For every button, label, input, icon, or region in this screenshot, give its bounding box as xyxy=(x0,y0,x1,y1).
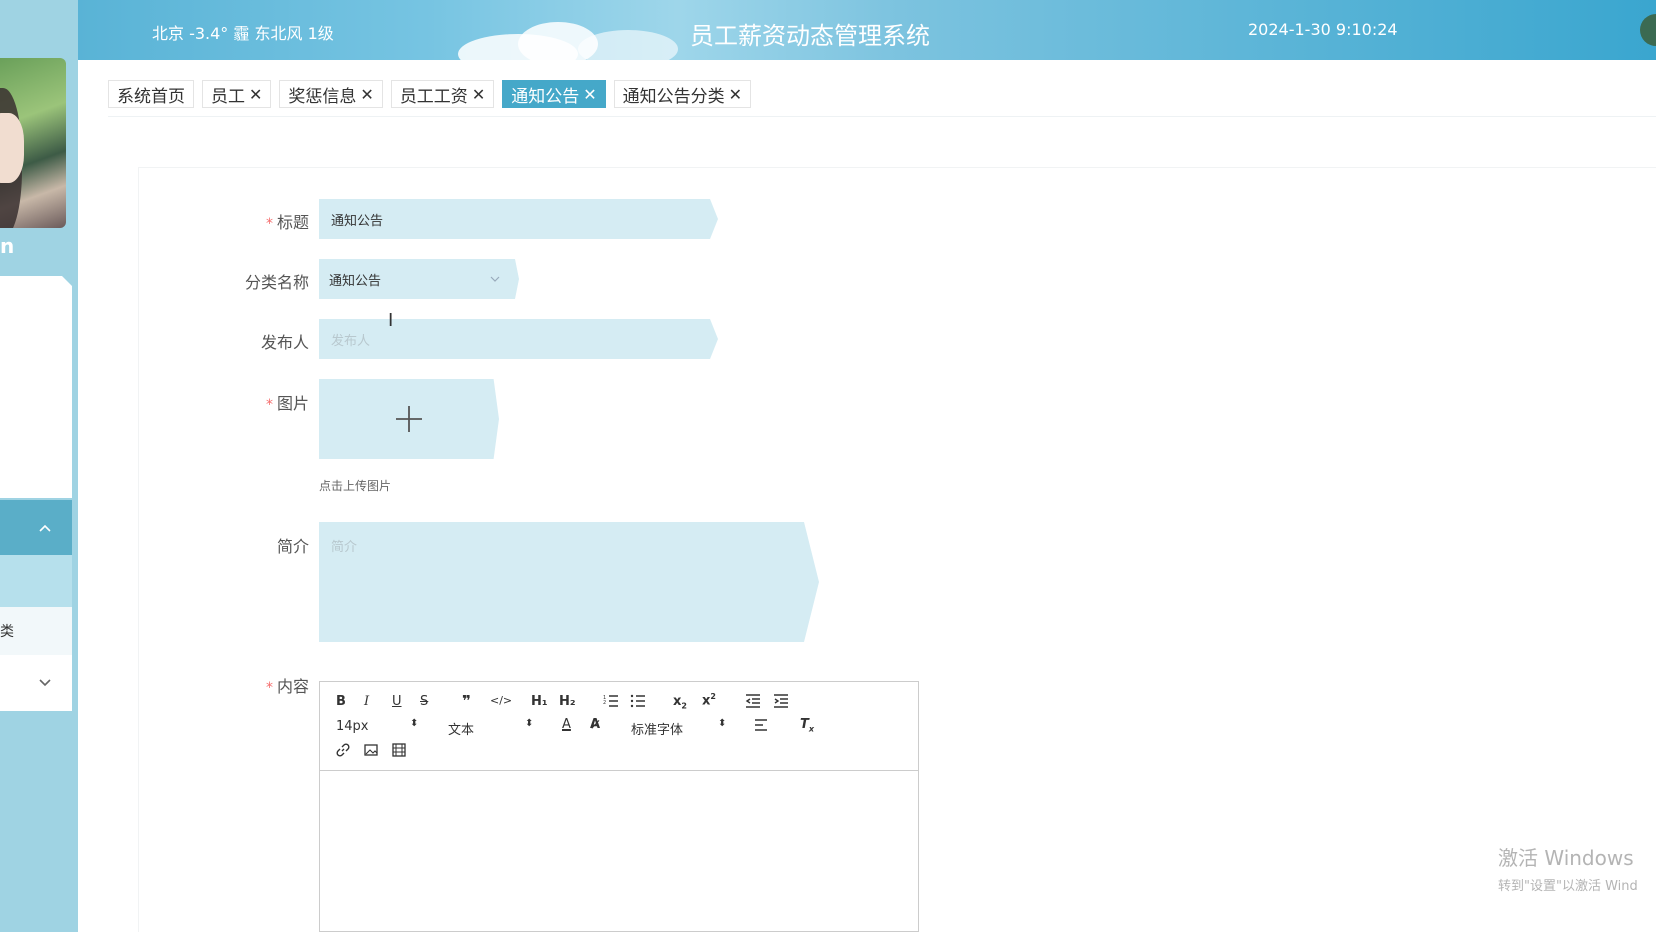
user-avatar-icon[interactable] xyxy=(1640,14,1656,46)
tab-label: 奖惩信息 xyxy=(288,86,357,107)
rich-text-editor: B I U S ❞ </> H₁ H₂ 12 x2 x2 14px ⬍ 文本 ⬍… xyxy=(319,681,919,932)
sidebar-subitem[interactable] xyxy=(0,555,72,607)
close-icon[interactable]: ✕ xyxy=(360,85,373,104)
category-label-text: 分类名称 xyxy=(244,273,309,292)
publisher-input[interactable]: 发布人 xyxy=(319,319,718,359)
close-icon[interactable]: ✕ xyxy=(472,85,485,104)
subscript-icon[interactable]: x2 xyxy=(673,694,687,711)
select-arrows-icon: ⬍ xyxy=(525,718,534,729)
tab-notice[interactable]: 通知公告 ✕ xyxy=(502,80,606,108)
sidebar-panel xyxy=(0,276,72,498)
close-icon[interactable]: ✕ xyxy=(249,85,262,104)
image-label-text: 图片 xyxy=(276,394,309,413)
chevron-down-icon xyxy=(39,679,51,687)
title-label-text: 标题 xyxy=(276,213,309,232)
video-icon[interactable] xyxy=(392,743,406,757)
image-label: * 图片 xyxy=(169,390,309,414)
tab-employee[interactable]: 员工 ✕ xyxy=(202,80,272,108)
ordered-list-icon[interactable]: 12 xyxy=(603,694,619,708)
strikethrough-icon[interactable]: S xyxy=(420,694,428,709)
clear-format-icon[interactable]: Tx xyxy=(800,717,814,734)
sidebar: n 类 xyxy=(0,0,78,932)
avatar xyxy=(0,58,66,228)
tab-notice-category[interactable]: 通知公告分类 ✕ xyxy=(613,80,752,108)
image-icon[interactable] xyxy=(364,743,378,757)
bullet-list-icon[interactable] xyxy=(630,694,646,708)
tab-label: 通知公告分类 xyxy=(622,86,725,107)
close-icon[interactable]: ✕ xyxy=(729,85,742,104)
windows-activation-watermark: 激活 Windows 转到"设置"以激活 Wind xyxy=(1498,842,1638,894)
header-2-icon[interactable]: H₂ xyxy=(559,694,576,709)
tab-label: 员工工资 xyxy=(399,86,468,107)
content-label: * 内容 xyxy=(169,673,309,697)
select-arrows-icon: ⬍ xyxy=(410,718,419,729)
publisher-input-placeholder: 发布人 xyxy=(331,333,371,349)
intro-label-text: 简介 xyxy=(276,537,309,556)
current-datetime: 2024-1-30 9:10:24 xyxy=(1248,20,1398,39)
watermark-title: 激活 Windows xyxy=(1498,846,1634,870)
chevron-up-icon xyxy=(39,524,51,532)
tab-label: 通知公告 xyxy=(511,86,580,107)
sidebar-menu-group-expanded[interactable] xyxy=(0,500,72,555)
required-mark: * xyxy=(265,397,273,413)
tab-label: 系统首页 xyxy=(117,86,185,107)
category-label: 分类名称 xyxy=(169,269,309,293)
indent-increase-icon[interactable] xyxy=(773,694,789,708)
text-color-icon[interactable]: A xyxy=(562,717,571,732)
superscript-icon[interactable]: x2 xyxy=(702,692,716,708)
required-mark: * xyxy=(265,216,273,232)
header-bar: 北京 -3.4° 霾 东北风 1级 员工薪资动态管理系统 2024-1-30 9… xyxy=(78,0,1656,60)
intro-textarea-placeholder: 简介 xyxy=(331,540,358,555)
tab-label: 员工 xyxy=(211,86,245,107)
title-input[interactable]: 通知公告 xyxy=(319,199,718,239)
required-mark: * xyxy=(265,680,273,696)
username: n xyxy=(0,234,15,258)
select-arrows-icon: ⬍ xyxy=(718,718,727,729)
plus-icon xyxy=(396,406,422,432)
header-select[interactable]: 文本 xyxy=(448,719,474,738)
title-label: * 标题 xyxy=(169,209,309,233)
svg-text:2: 2 xyxy=(603,700,606,706)
sidebar-subitem-category[interactable]: 类 xyxy=(0,607,72,655)
avatar-face xyxy=(0,113,24,183)
category-select-value: 通知公告 xyxy=(329,273,382,289)
font-size-select[interactable]: 14px xyxy=(336,719,369,734)
sidebar-menu-group-collapsed[interactable] xyxy=(0,655,72,711)
header-1-icon[interactable]: H₁ xyxy=(531,694,548,709)
category-select[interactable]: 通知公告 xyxy=(319,259,519,299)
editor-toolbar: B I U S ❞ </> H₁ H₂ 12 x2 x2 14px ⬍ 文本 ⬍… xyxy=(320,682,918,771)
close-icon[interactable]: ✕ xyxy=(583,85,596,104)
tab-rewards[interactable]: 奖惩信息 ✕ xyxy=(279,80,383,108)
editor-content-area[interactable] xyxy=(320,771,918,931)
tab-salary[interactable]: 员工工资 ✕ xyxy=(390,80,495,108)
publisher-label-text: 发布人 xyxy=(260,333,309,352)
publisher-label: 发布人 xyxy=(169,329,309,353)
link-icon[interactable] xyxy=(336,743,350,757)
tab-home[interactable]: 系统首页 xyxy=(108,80,194,108)
code-block-icon[interactable]: </> xyxy=(490,694,512,707)
text-cursor-icon: I xyxy=(388,310,394,331)
header-cloud xyxy=(578,30,678,60)
watermark-subtitle: 转到"设置"以激活 Wind xyxy=(1498,879,1638,894)
align-icon[interactable] xyxy=(754,719,768,731)
divider xyxy=(108,116,1656,117)
intro-textarea[interactable]: 简介 xyxy=(319,522,819,642)
blockquote-icon[interactable]: ❞ xyxy=(462,692,471,710)
weather-info: 北京 -3.4° 霾 东北风 1级 xyxy=(152,24,334,43)
content-label-text: 内容 xyxy=(276,677,309,696)
title-input-value: 通知公告 xyxy=(331,213,384,229)
bold-icon[interactable]: B xyxy=(336,694,346,709)
tab-bar: 系统首页 员工 ✕ 奖惩信息 ✕ 员工工资 ✕ 通知公告 ✕ 通知公告分类 ✕ xyxy=(108,80,752,108)
font-family-select[interactable]: 标准字体 xyxy=(631,719,683,738)
sidebar-subitem-label: 类 xyxy=(0,624,14,640)
indent-decrease-icon[interactable] xyxy=(745,694,761,708)
italic-icon[interactable]: I xyxy=(364,694,369,709)
underline-icon[interactable]: U xyxy=(392,694,402,709)
system-title: 员工薪资动态管理系统 xyxy=(690,22,930,50)
chevron-down-icon xyxy=(490,276,500,282)
background-color-icon[interactable]: A̷ xyxy=(590,717,600,732)
image-upload-button[interactable] xyxy=(319,379,499,459)
intro-label: 简介 xyxy=(169,533,309,557)
image-upload-hint: 点击上传图片 xyxy=(319,479,392,493)
